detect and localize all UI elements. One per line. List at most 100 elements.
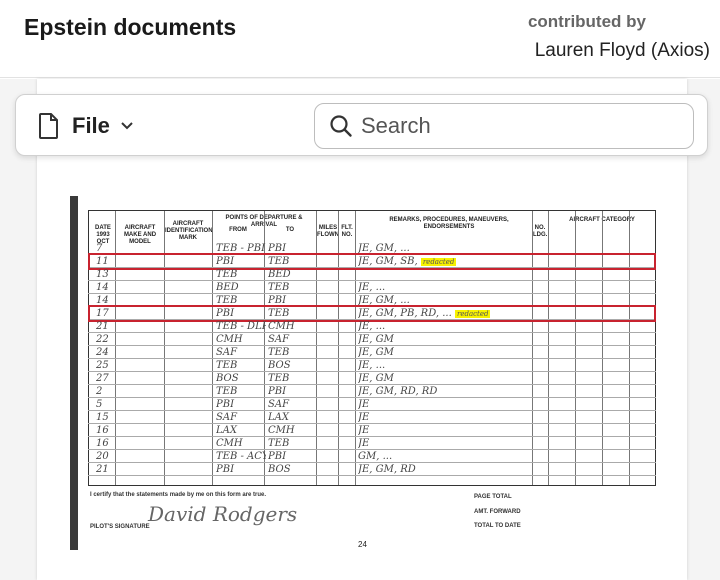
row-remarks: JE, GM [358,334,394,345]
row-to: PBI [268,386,287,397]
row-date: 13 [96,269,109,280]
row-line [88,475,656,476]
col-header-to: TO [285,227,295,233]
row-to: SAF [268,334,290,345]
row-to: BOS [268,360,291,371]
row-date: 20 [96,451,109,462]
row-date: 16 [96,425,109,436]
row-date: 2 [96,386,103,397]
row-line [88,332,656,333]
row-remarks: JE, GM, RD, RD [358,386,438,397]
row-remarks: JE [358,425,370,436]
row-remarks: JE [358,412,370,423]
contributor-name[interactable]: Lauren Floyd (Axios) [535,40,710,62]
row-from: SAF [216,412,238,423]
row-line [88,371,656,372]
row-to: TEB [268,282,290,293]
row-from: CMH [216,334,243,345]
page-header: Epstein documents contributed by Lauren … [0,0,720,78]
row-remarks: GM, ... [358,451,393,462]
row-to: BED [268,269,291,280]
row-from: TEB [216,386,238,397]
row-remarks: JE, ... [358,282,386,293]
amt-forward-label: AMT. FORWARD [474,509,521,515]
row-date: 25 [96,360,109,371]
row-line [88,345,656,346]
row-line [88,384,656,385]
scan-edge [70,196,78,550]
logbook-scan: DATE 1993 OCT AIRCRAFT MAKE AND MODEL AI… [70,196,660,550]
row-date: 16 [96,438,109,449]
total-to-date-label: TOTAL TO DATE [474,523,521,529]
page-total-label: PAGE TOTAL [474,494,512,500]
row-date: 14 [96,282,109,293]
row-line [88,397,656,398]
row-line [88,462,656,463]
row-line [88,358,656,359]
signature-label: PILOT'S SIGNATURE [90,524,150,530]
col-header-from: FROM [229,227,247,233]
row-remarks: JE [358,399,370,410]
row-date: 24 [96,347,109,358]
row-date: 15 [96,412,109,423]
col-header-aircraft: AIRCRAFT MAKE AND MODEL [123,225,157,245]
row-from: TEB [216,360,238,371]
row-to: TEB [268,438,290,449]
row-line [88,410,656,411]
row-remarks: JE, GM, RD [358,464,416,475]
chevron-down-icon [121,122,133,130]
col-header-remarks: REMARKS, PROCEDURES, MANEUVERS, ENDORSEM… [389,217,509,230]
row-to: PBI [268,451,287,462]
row-line [88,293,656,294]
col-header-nolog: NO. LDG. [533,225,548,238]
row-from: TEB [216,269,238,280]
search-icon [330,115,352,137]
row-line [88,280,656,281]
row-from: PBI [216,399,235,410]
search-box[interactable] [314,103,694,149]
row-line [88,423,656,424]
row-from: PBI [216,464,235,475]
row-remarks: JE [358,438,370,449]
col-header-flt: FLT. NO. [341,225,353,238]
row-from: TEB - DLP [216,321,266,332]
row-to: CMH [268,425,295,436]
row-from: TEB - ACY [216,451,266,462]
row-to: SAF [268,399,290,410]
row-remarks: JE, ... [358,321,386,332]
row-from: BOS [216,373,239,384]
row-remarks: JE, ... [358,360,386,371]
row-date: 21 [96,321,109,332]
col-header-ident: AIRCRAFT IDENTIFICATION MARK [165,221,213,241]
document-title: Epstein documents [24,14,237,40]
row-to: LAX [268,412,289,423]
row-to: CMH [268,321,295,332]
viewer-toolbar: File [15,94,708,156]
row-to: TEB [268,347,290,358]
certify-text: I certify that the statements made by me… [90,492,267,498]
annotation-red-box [88,305,656,322]
contributed-by-label: contributed by [527,12,646,31]
row-from: SAF [216,347,238,358]
row-date: 22 [96,334,109,345]
row-date: 21 [96,464,109,475]
annotation-red-box [88,253,656,270]
col-header-miles: MILES FLOWN [317,225,339,238]
page-number: 24 [358,540,367,549]
row-line [88,436,656,437]
row-from: BED [216,282,239,293]
file-icon [39,113,58,139]
file-menu-button[interactable]: File [38,108,158,144]
row-date: 27 [96,373,109,384]
row-to: BOS [268,464,291,475]
row-remarks: JE, GM [358,347,394,358]
row-to: TEB [268,373,290,384]
row-date: 5 [96,399,103,410]
row-line [88,449,656,450]
row-remarks: JE, GM [358,373,394,384]
row-from: CMH [216,438,243,449]
row-from: LAX [216,425,237,436]
pilot-signature-image: David Rodgers [148,502,298,526]
file-menu-label: File [72,113,110,138]
search-input[interactable] [361,113,661,139]
